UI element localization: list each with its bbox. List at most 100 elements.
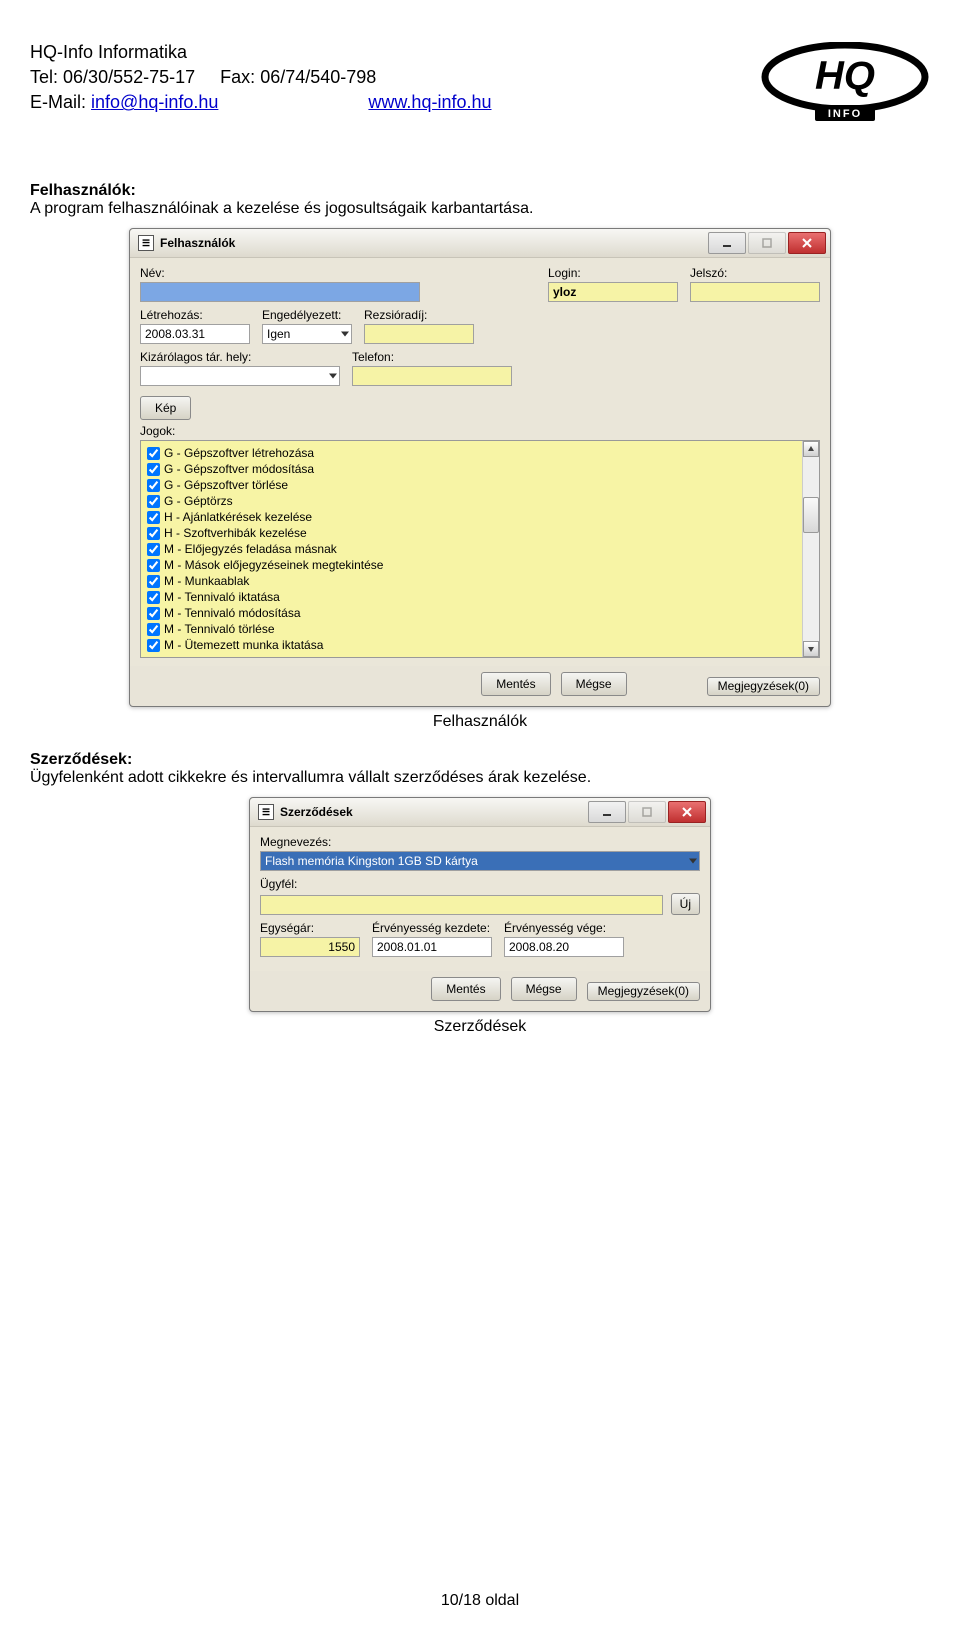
page-header: HQ INFO HQ-Info Informatika Tel: 06/30/5…: [30, 40, 930, 122]
megjegyzesek-button[interactable]: Megjegyzések (0): [587, 982, 700, 1001]
jogok-label: G - Gépszoftver törlése: [164, 477, 288, 493]
label-jelszo: Jelszó:: [690, 266, 820, 280]
jogok-listbox[interactable]: G - Gépszoftver létrehozásaG - Gépszoftv…: [140, 440, 820, 658]
jogok-item[interactable]: M - Előjegyzés feladása másnak: [147, 541, 813, 557]
jogok-checkbox[interactable]: [147, 623, 160, 636]
caption-contracts: Szerződések: [30, 1018, 930, 1036]
jogok-checkbox[interactable]: [147, 495, 160, 508]
megjegyzesek-count: (0): [794, 680, 809, 693]
users-window: ☰ Felhasználók Név: Login: Jel: [129, 228, 831, 707]
megjegyzesek-label: Megjegyzések: [718, 680, 795, 693]
jogok-checkbox[interactable]: [147, 607, 160, 620]
jogok-item[interactable]: H - Ajánlatkérések kezelése: [147, 509, 813, 525]
close-button[interactable]: [668, 801, 706, 823]
telefon-input[interactable]: [352, 366, 512, 386]
jogok-item[interactable]: G - Gépszoftver módosítása: [147, 461, 813, 477]
section2-body: Ügyfelenként adott cikkekre és intervall…: [30, 769, 930, 787]
scroll-down-button[interactable]: [803, 641, 819, 657]
scroll-thumb[interactable]: [803, 497, 819, 533]
label-rezsioradij: Rezsióradíj:: [364, 308, 474, 322]
contracts-titlebar: ☰ Szerződések: [250, 798, 710, 827]
minimize-button[interactable]: [588, 801, 626, 823]
window-icon: ☰: [138, 235, 154, 251]
ugyfel-input[interactable]: [260, 895, 663, 915]
label-egysegar: Egységár:: [260, 921, 360, 935]
ervvege-input[interactable]: [504, 937, 624, 957]
jogok-label: M - Tennivaló törlése: [164, 621, 275, 637]
egysegar-input[interactable]: [260, 937, 360, 957]
logo-sub: INFO: [828, 108, 862, 120]
section1-body: A program felhasználóinak a kezelése és …: [30, 200, 930, 218]
letrehozas-input[interactable]: [140, 324, 250, 344]
nev-input[interactable]: [140, 282, 420, 302]
jogok-item[interactable]: M - Tennivaló módosítása: [147, 605, 813, 621]
mentes-button[interactable]: Mentés: [481, 672, 550, 696]
jogok-item[interactable]: H - Szoftverhibák kezelése: [147, 525, 813, 541]
web-link[interactable]: www.hq-info.hu: [368, 92, 491, 112]
contracts-window: ☰ Szerződések Megnevezés: Ügyfél: Új: [249, 797, 711, 1012]
label-ervkezdet: Érvényesség kezdete:: [372, 921, 492, 935]
jogok-label: M - Munkaablak: [164, 573, 249, 589]
jogok-item[interactable]: M - Mások előjegyzéseinek megtekintése: [147, 557, 813, 573]
jogok-label: G - Gépszoftver létrehozása: [164, 445, 314, 461]
jogok-checkbox[interactable]: [147, 591, 160, 604]
jelszo-input[interactable]: [690, 282, 820, 302]
jogok-checkbox[interactable]: [147, 479, 160, 492]
page-footer: 10/18 oldal: [0, 1592, 960, 1610]
label-ugyfel: Ügyfél:: [260, 877, 700, 891]
label-letrehozas: Létrehozás:: [140, 308, 250, 322]
jogok-label: M - Előjegyzés feladása másnak: [164, 541, 337, 557]
jogok-item[interactable]: G - Gépszoftver létrehozása: [147, 445, 813, 461]
jogok-item[interactable]: G - Géptörzs: [147, 493, 813, 509]
jogok-label: G - Géptörzs: [164, 493, 233, 509]
jogok-checkbox[interactable]: [147, 559, 160, 572]
email-link[interactable]: info@hq-info.hu: [91, 92, 218, 112]
jogok-item[interactable]: M - Tennivaló törlése: [147, 621, 813, 637]
label-kizarolagos: Kizárólagos tár. hely:: [140, 350, 340, 364]
rezsioradij-input[interactable]: [364, 324, 474, 344]
tel-value: 06/30/552-75-17: [63, 67, 195, 87]
section1-title: Felhasználók:: [30, 182, 930, 200]
jogok-checkbox[interactable]: [147, 527, 160, 540]
kizarolagos-select[interactable]: [140, 366, 340, 386]
window-icon: ☰: [258, 804, 274, 820]
jogok-item[interactable]: M - Ütemezett munka iktatása: [147, 637, 813, 653]
section2-title: Szerződések:: [30, 751, 930, 769]
jogok-label: M - Tennivaló iktatása: [164, 589, 280, 605]
jogok-item[interactable]: G - Gépszoftver törlése: [147, 477, 813, 493]
kep-button[interactable]: Kép: [140, 396, 191, 420]
label-jogok: Jogok:: [140, 424, 820, 438]
jogok-label: G - Gépszoftver módosítása: [164, 461, 314, 477]
megse-button[interactable]: Mégse: [511, 977, 577, 1001]
close-button[interactable]: [788, 232, 826, 254]
label-ervvege: Érvényesség vége:: [504, 921, 624, 935]
jogok-checkbox[interactable]: [147, 447, 160, 460]
label-megnevezes: Megnevezés:: [260, 835, 700, 849]
uj-button[interactable]: Új: [671, 893, 700, 915]
megjegyzesek-label: Megjegyzések: [598, 985, 675, 998]
login-input[interactable]: [548, 282, 678, 302]
megjegyzesek-button[interactable]: Megjegyzések (0): [707, 677, 820, 696]
fax-label: Fax:: [220, 67, 255, 87]
jogok-checkbox[interactable]: [147, 511, 160, 524]
ervkezdet-input[interactable]: [372, 937, 492, 957]
jogok-checkbox[interactable]: [147, 543, 160, 556]
jogok-checkbox[interactable]: [147, 575, 160, 588]
jogok-checkbox[interactable]: [147, 639, 160, 652]
fax-value: 06/74/540-798: [260, 67, 376, 87]
engedelyezett-select[interactable]: [262, 324, 352, 344]
scrollbar[interactable]: [802, 441, 819, 657]
megnevezes-select[interactable]: [260, 851, 700, 871]
jogok-checkbox[interactable]: [147, 463, 160, 476]
jogok-item[interactable]: M - Munkaablak: [147, 573, 813, 589]
label-engedelyezett: Engedélyezett:: [262, 308, 352, 322]
jogok-item[interactable]: M - Tennivaló iktatása: [147, 589, 813, 605]
megse-button[interactable]: Mégse: [561, 672, 627, 696]
maximize-button[interactable]: [628, 801, 666, 823]
scroll-up-button[interactable]: [803, 441, 819, 457]
minimize-button[interactable]: [708, 232, 746, 254]
mentes-button[interactable]: Mentés: [431, 977, 500, 1001]
logo: HQ INFO: [760, 42, 930, 122]
maximize-button[interactable]: [748, 232, 786, 254]
jogok-label: M - Tennivaló módosítása: [164, 605, 301, 621]
